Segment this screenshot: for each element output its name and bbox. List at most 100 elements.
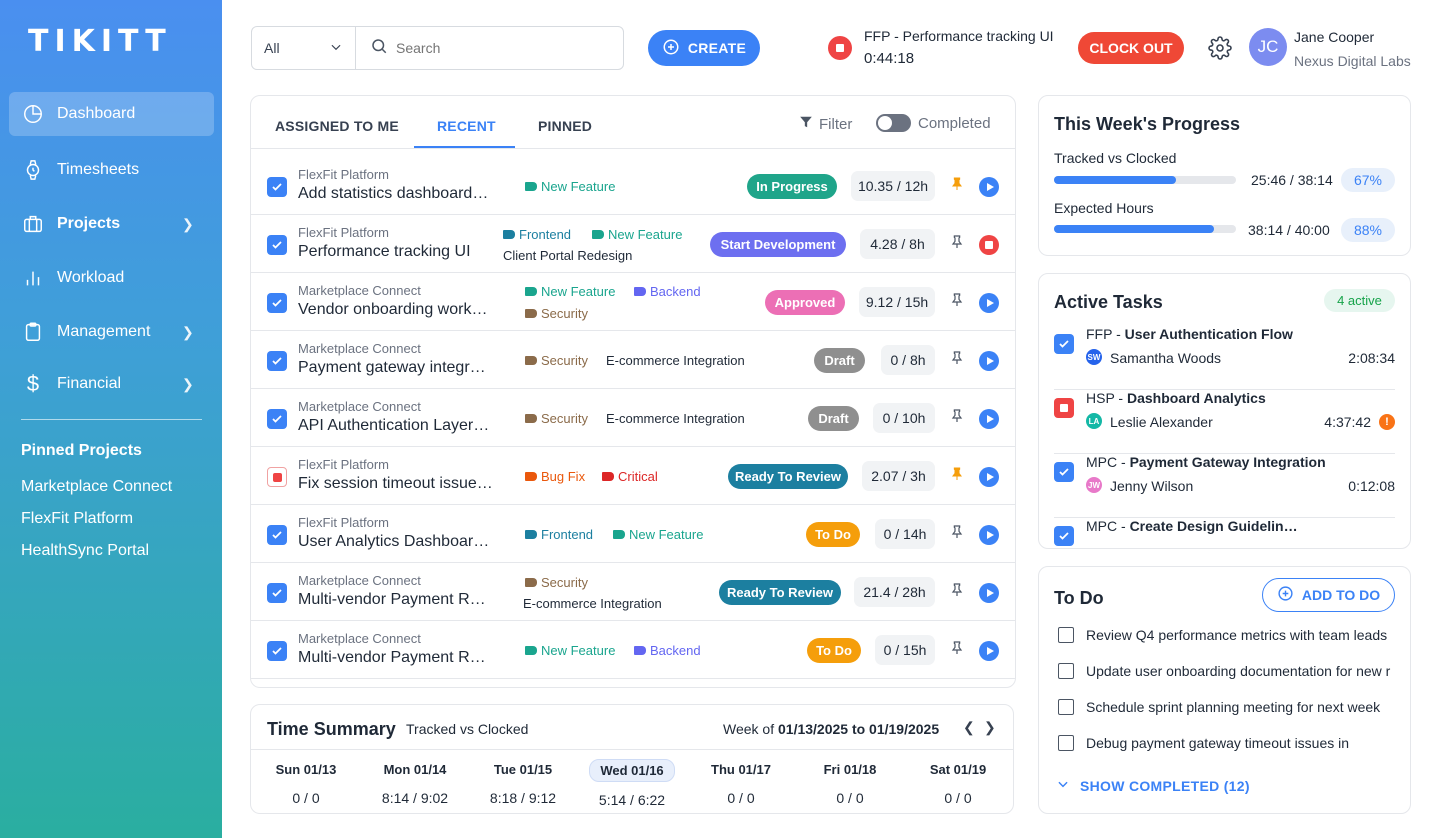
- tab-pinned[interactable]: PINNED: [538, 118, 592, 134]
- play-icon[interactable]: [979, 177, 999, 197]
- status-badge: Start Development: [710, 232, 846, 257]
- stop-icon[interactable]: [1054, 398, 1074, 418]
- task-row[interactable]: Marketplace Connect Multi-vendor Payment…: [251, 563, 1015, 621]
- todo-item[interactable]: Review Q4 performance metrics with team …: [1058, 627, 1395, 643]
- task-checkbox[interactable]: [267, 641, 287, 661]
- todo-checkbox[interactable]: [1058, 663, 1074, 679]
- task-checkbox[interactable]: [267, 525, 287, 545]
- chevron-down-icon: [329, 40, 343, 57]
- task-checkbox[interactable]: [267, 235, 287, 255]
- create-button[interactable]: CREATE: [648, 30, 760, 66]
- play-icon[interactable]: [979, 351, 999, 371]
- pin-icon[interactable]: [949, 407, 965, 430]
- sidebar-item-workload[interactable]: Workload: [9, 256, 214, 300]
- filter-button[interactable]: Filter: [799, 115, 852, 133]
- task-name[interactable]: User Analytics Dashboar…: [298, 533, 489, 551]
- plus-circle-icon: [662, 38, 680, 59]
- pin-icon[interactable]: [949, 523, 965, 546]
- stop-timer-button[interactable]: [828, 36, 852, 60]
- play-icon[interactable]: [979, 293, 999, 313]
- task-epic: E-commerce Integration: [606, 411, 745, 426]
- pin-icon[interactable]: [949, 639, 965, 662]
- pin-icon[interactable]: [949, 349, 965, 372]
- task-checkbox[interactable]: [1054, 462, 1074, 482]
- show-completed-button[interactable]: SHOW COMPLETED (12): [1056, 777, 1250, 794]
- task-name[interactable]: Vendor onboarding work…: [298, 301, 487, 319]
- active-task-item[interactable]: HSP - Dashboard Analytics LA Leslie Alex…: [1054, 390, 1395, 454]
- stop-icon[interactable]: [979, 235, 999, 255]
- completed-toggle[interactable]: [876, 114, 911, 132]
- task-row[interactable]: FlexFit Platform Add statistics dashboar…: [251, 157, 1015, 215]
- task-project: Marketplace Connect: [298, 283, 421, 298]
- task-checkbox[interactable]: [267, 177, 287, 197]
- pinned-project-link[interactable]: FlexFit Platform: [21, 510, 133, 528]
- task-row[interactable]: FlexFit Platform Fix session timeout iss…: [251, 447, 1015, 505]
- sidebar-item-management[interactable]: Management ❯: [9, 310, 214, 354]
- tag-new-feature: New Feature: [525, 284, 615, 299]
- task-checkbox[interactable]: [1054, 334, 1074, 354]
- tab-assigned-to-me[interactable]: ASSIGNED TO ME: [275, 118, 399, 134]
- chevron-left-icon[interactable]: ❮: [963, 719, 975, 736]
- pin-icon[interactable]: [949, 465, 965, 488]
- gear-icon[interactable]: [1208, 36, 1232, 65]
- task-stop-checkbox[interactable]: [267, 467, 287, 487]
- task-checkbox[interactable]: [267, 351, 287, 371]
- task-row[interactable]: Marketplace Connect Payment gateway inte…: [251, 331, 1015, 389]
- task-name[interactable]: Add statistics dashboard…: [298, 185, 488, 203]
- play-icon[interactable]: [979, 583, 999, 603]
- task-row[interactable]: FlexFit Platform Performance tracking UI…: [251, 215, 1015, 273]
- todo-item[interactable]: Update user onboarding documentation for…: [1058, 663, 1395, 679]
- active-task-item[interactable]: MPC - Payment Gateway Integration JW Jen…: [1054, 454, 1395, 518]
- pin-icon[interactable]: [949, 581, 965, 604]
- task-row[interactable]: FlexFit Platform User Analytics Dashboar…: [251, 505, 1015, 563]
- task-name[interactable]: Multi-vendor Payment R…: [298, 649, 486, 667]
- sidebar-item-timesheets[interactable]: Timesheets: [9, 148, 214, 192]
- tag-security: Security: [525, 306, 588, 321]
- play-icon[interactable]: [979, 467, 999, 487]
- todo-checkbox[interactable]: [1058, 699, 1074, 715]
- search-input[interactable]: [396, 40, 596, 56]
- pinned-project-link[interactable]: Marketplace Connect: [21, 478, 172, 496]
- sidebar-item-financial[interactable]: $ Financial ❯: [9, 362, 214, 406]
- play-icon[interactable]: [979, 525, 999, 545]
- sidebar-item-dashboard[interactable]: Dashboard: [9, 92, 214, 136]
- pin-icon[interactable]: [949, 175, 965, 198]
- avatar[interactable]: JC: [1249, 28, 1287, 66]
- task-checkbox[interactable]: [267, 293, 287, 313]
- active-tasks-title: Active Tasks: [1054, 292, 1163, 312]
- user-name: Jane Cooper: [1294, 29, 1375, 45]
- tab-recent[interactable]: RECENT: [437, 118, 496, 134]
- clock-out-button[interactable]: CLOCK OUT: [1078, 32, 1184, 64]
- pinned-project-link[interactable]: HealthSync Portal: [21, 542, 149, 560]
- task-checkbox[interactable]: [267, 583, 287, 603]
- active-task-item[interactable]: FFP - User Authentication Flow SW Samant…: [1054, 326, 1395, 390]
- tag-new-feature: New Feature: [525, 643, 615, 658]
- todo-item[interactable]: Schedule sprint planning meeting for nex…: [1058, 699, 1395, 715]
- task-checkbox[interactable]: [1054, 526, 1074, 546]
- task-row[interactable]: Marketplace Connect API Authentication L…: [251, 389, 1015, 447]
- task-row[interactable]: Marketplace Connect Vendor onboarding wo…: [251, 273, 1015, 331]
- scope-select[interactable]: All: [252, 27, 356, 69]
- task-name[interactable]: Multi-vendor Payment R…: [298, 591, 486, 609]
- day-summary: Thu 01/17 0 / 0: [711, 762, 771, 806]
- play-icon[interactable]: [979, 641, 999, 661]
- app-logo[interactable]: TIKITT: [28, 24, 172, 59]
- pin-icon[interactable]: [949, 291, 965, 314]
- task-name[interactable]: Performance tracking UI: [298, 243, 471, 261]
- todo-checkbox[interactable]: [1058, 735, 1074, 751]
- task-name[interactable]: Fix session timeout issue…: [298, 475, 493, 493]
- active-duration: 0:12:08: [1348, 478, 1395, 494]
- sidebar-item-projects[interactable]: Projects ❯: [9, 202, 214, 246]
- active-task-item[interactable]: MPC - Create Design Guidelin…: [1054, 518, 1395, 548]
- chevron-right-icon[interactable]: ❯: [984, 719, 996, 736]
- task-name[interactable]: Payment gateway integr…: [298, 359, 486, 377]
- pin-icon[interactable]: [949, 233, 965, 256]
- task-row[interactable]: Marketplace Connect Multi-vendor Payment…: [251, 621, 1015, 679]
- todo-checkbox[interactable]: [1058, 627, 1074, 643]
- task-name[interactable]: API Authentication Layer…: [298, 417, 489, 435]
- play-icon[interactable]: [979, 409, 999, 429]
- filter-label: Filter: [819, 115, 853, 133]
- todo-item[interactable]: Debug payment gateway timeout issues in: [1058, 735, 1395, 751]
- add-todo-button[interactable]: ADD TO DO: [1262, 578, 1395, 612]
- task-checkbox[interactable]: [267, 409, 287, 429]
